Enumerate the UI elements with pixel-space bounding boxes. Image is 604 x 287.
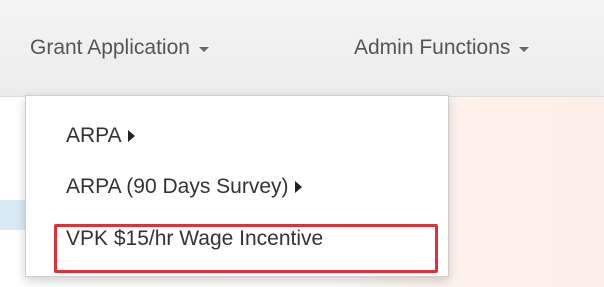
grant-application-dropdown-menu: ARPA ARPA (90 Days Survey) VPK $15/hr Wa… [25,95,449,277]
menu-item-arpa-90-days-survey-label: ARPA (90 Days Survey) [66,175,289,198]
menu-item-vpk-wage-incentive[interactable]: VPK $15/hr Wage Incentive [26,219,448,259]
caret-down-icon [519,47,530,52]
top-navbar: Grant Application Admin Functions [0,0,604,97]
menu-item-arpa-label: ARPA [66,124,122,147]
nav-admin-functions-label: Admin Functions [354,36,511,59]
caret-right-icon [294,181,302,193]
nav-admin-functions[interactable]: Admin Functions [354,32,530,64]
nav-grant-application[interactable]: Grant Application [30,30,209,66]
menu-item-arpa-90-days-survey[interactable]: ARPA (90 Days Survey) [26,167,448,207]
caret-down-icon [198,47,209,52]
menu-item-vpk-wage-incentive-label: VPK $15/hr Wage Incentive [66,227,324,250]
menu-item-arpa[interactable]: ARPA [26,116,448,156]
nav-grant-application-label: Grant Application [30,36,190,59]
content-edge-strip [0,200,26,230]
caret-right-icon [127,130,135,142]
